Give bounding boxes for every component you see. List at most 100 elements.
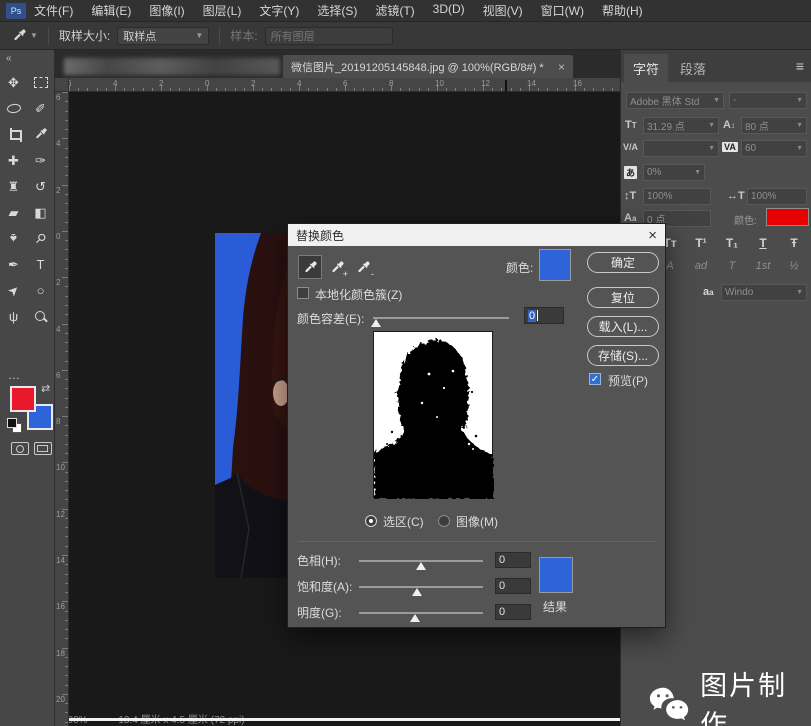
eyedropper-tool[interactable] <box>30 124 52 144</box>
tool-preset-picker[interactable]: ▼ <box>12 28 38 43</box>
screen-mode-button[interactable] <box>34 442 52 455</box>
hue-slider-thumb[interactable] <box>416 562 426 570</box>
localized-clusters-checkbox[interactable] <box>297 287 309 299</box>
document-tab-active[interactable]: 微信图片_20191205145848.jpg @ 100%(RGB/8#) *… <box>283 55 573 78</box>
menu-item[interactable]: 编辑(E) <box>91 2 131 19</box>
eraser-tool[interactable]: ▰ <box>3 202 25 222</box>
save-button[interactable]: 存储(S)... <box>587 345 659 366</box>
opentype-feature-button[interactable]: T <box>719 260 745 272</box>
opentype-feature-button[interactable]: 1st <box>750 260 776 272</box>
foreground-color-swatch[interactable] <box>10 386 36 412</box>
image-radio[interactable] <box>438 515 450 527</box>
sample-size-dropdown[interactable]: 取样点 ▼ <box>117 27 209 45</box>
vertical-scale-field[interactable]: 100% <box>643 188 711 205</box>
photo-id-portrait[interactable] <box>215 233 290 578</box>
default-colors-icon[interactable] <box>7 418 20 431</box>
document-tab-blurred[interactable] <box>64 58 280 75</box>
collapse-panel-icon[interactable]: « <box>6 53 12 64</box>
marquee-tool[interactable] <box>30 72 52 92</box>
type-tool[interactable]: T <box>30 254 52 274</box>
dialog-title-bar[interactable]: 替换颜色 × <box>288 224 665 246</box>
menu-item[interactable]: 文件(F) <box>34 2 73 19</box>
ok-button[interactable]: 确定 <box>587 252 659 273</box>
lasso-tool[interactable] <box>3 98 25 118</box>
blur-tool[interactable]: ♠ <box>3 228 25 248</box>
vertical-scale-icon: ↕T <box>624 190 636 202</box>
clone-stamp-tool[interactable]: ♜ <box>3 176 25 196</box>
history-brush-tool[interactable]: ↺ <box>30 176 52 196</box>
menu-item[interactable]: 图层(L) <box>203 2 242 19</box>
zoom-tool-icon <box>34 310 47 323</box>
tracking-icon: VA <box>722 142 738 152</box>
hue-input[interactable]: 0 <box>495 552 531 568</box>
selection-radio[interactable] <box>365 515 377 527</box>
quick-select-tool[interactable]: ✐ <box>30 98 52 118</box>
close-icon[interactable]: × <box>648 228 657 243</box>
preview-checkbox[interactable]: ✓ <box>589 373 601 385</box>
path-select-tool[interactable]: ➤ <box>3 280 25 300</box>
font-family-dropdown[interactable]: Adobe 黑体 Std▼ <box>626 92 724 109</box>
type-style-button[interactable]: Ŧ <box>781 236 807 250</box>
leading-field[interactable]: 80 点▼ <box>741 117 807 134</box>
move-tool[interactable]: ✥ <box>3 72 25 92</box>
menu-item[interactable]: 视图(V) <box>483 2 523 19</box>
panel-menu-icon[interactable]: ≡ <box>796 58 804 74</box>
fuzziness-slider[interactable] <box>373 317 509 319</box>
quick-mask-button[interactable] <box>11 442 29 455</box>
ruler-label: 12 <box>56 510 65 519</box>
reset-button[interactable]: 复位 <box>587 287 659 308</box>
saturation-input[interactable]: 0 <box>495 578 531 594</box>
fuzziness-input[interactable]: 0 <box>524 307 564 324</box>
eyedropper-sample-button[interactable] <box>298 255 322 279</box>
menu-item[interactable]: 文字(Y) <box>259 2 299 19</box>
text-color-swatch[interactable] <box>766 208 809 226</box>
result-label: 结果 <box>543 598 567 615</box>
kerning-field[interactable]: ▼ <box>643 140 719 157</box>
lightness-input[interactable]: 0 <box>495 604 531 620</box>
tab-paragraph[interactable]: 段落 <box>671 54 715 82</box>
saturation-slider-thumb[interactable] <box>412 588 422 596</box>
proportional-spacing-field[interactable]: 0%▼ <box>643 164 705 181</box>
horizontal-scale-field[interactable]: 100% <box>747 188 807 205</box>
zoom-tool[interactable] <box>30 306 52 326</box>
eyedropper-add-button[interactable]: + <box>325 255 349 279</box>
font-style-dropdown[interactable]: -▼ <box>729 92 807 109</box>
swap-colors-icon[interactable]: ⇄ <box>41 382 50 395</box>
opentype-feature-button[interactable]: ad <box>688 260 714 272</box>
result-color-swatch[interactable] <box>539 557 573 593</box>
fuzziness-slider-thumb[interactable] <box>371 319 381 327</box>
anti-alias-dropdown[interactable]: Windo▼ <box>721 284 807 301</box>
ruler-label: 10 <box>56 463 65 472</box>
tracking-field[interactable]: 60▼ <box>741 140 807 157</box>
opentype-feature-button[interactable]: ½ <box>781 260 807 272</box>
sample-layers-dropdown[interactable]: 所有图层 <box>265 27 393 45</box>
menu-item[interactable]: 滤镜(T) <box>375 2 414 19</box>
menu-item[interactable]: 窗口(W) <box>541 2 584 19</box>
load-button[interactable]: 载入(L)... <box>587 316 659 337</box>
lightness-slider[interactable] <box>359 612 483 614</box>
more-tools-button[interactable]: … <box>8 368 21 382</box>
tab-character[interactable]: 字符 <box>624 54 668 82</box>
menu-item[interactable]: 图像(I) <box>149 2 184 19</box>
font-size-field[interactable]: 31.29 点▼ <box>643 117 719 134</box>
type-style-button[interactable]: T¹ <box>688 236 714 250</box>
crop-tool[interactable] <box>3 124 25 144</box>
shape-tool[interactable]: ○ <box>30 280 52 300</box>
lightness-slider-thumb[interactable] <box>410 614 420 622</box>
type-style-button[interactable]: T₁ <box>719 236 745 250</box>
pen-tool[interactable]: ✒ <box>3 254 25 274</box>
brush-tool[interactable]: ✑ <box>30 150 52 170</box>
type-style-button[interactable]: T <box>750 236 776 250</box>
menu-item[interactable]: 帮助(H) <box>602 2 643 19</box>
menu-item[interactable]: 3D(D) <box>433 2 465 19</box>
healing-brush-tool[interactable]: ✚ <box>3 150 25 170</box>
watermark-text: 图片制作 <box>700 664 811 726</box>
dodge-tool[interactable]: ⚲ <box>30 228 52 248</box>
sample-size-label: 取样大小: <box>59 27 110 44</box>
hand-tool[interactable]: ψ <box>3 306 25 326</box>
close-icon[interactable]: × <box>558 60 565 74</box>
eyedropper-subtract-button[interactable]: - <box>351 255 375 279</box>
selected-color-swatch[interactable] <box>539 249 571 281</box>
menu-item[interactable]: 选择(S) <box>317 2 357 19</box>
gradient-tool[interactable]: ◧ <box>30 202 52 222</box>
